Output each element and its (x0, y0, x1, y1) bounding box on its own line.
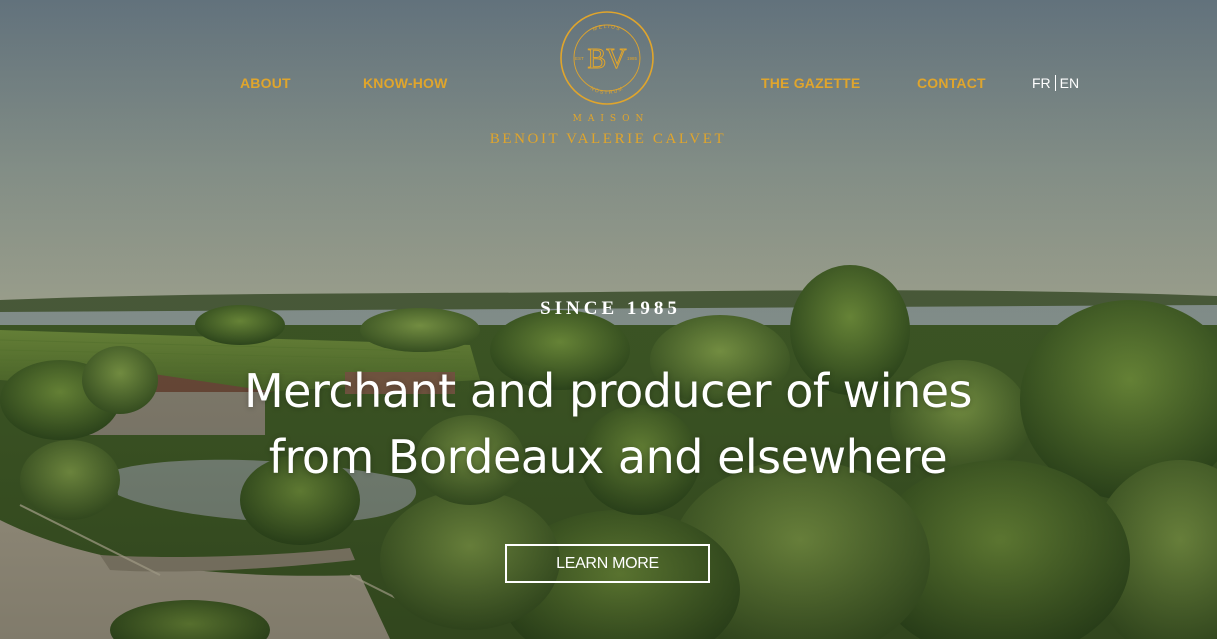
nav-know-how[interactable]: KNOW-HOW (363, 75, 448, 91)
logo-motto-top: MELIUS (592, 24, 620, 33)
lang-en[interactable]: EN (1060, 75, 1079, 91)
logo-monogram: BV (588, 44, 627, 75)
nav-the-gazette[interactable]: THE GAZETTE (761, 75, 860, 91)
nav-about[interactable]: ABOUT (240, 75, 291, 91)
logo-motto-bottom: NOSTRUM (589, 86, 624, 96)
brand-logo[interactable]: MELIUS NOSTRUM EST 1985 BV MAISON BENOIT… (482, 10, 734, 150)
learn-more-button[interactable]: LEARN MORE (505, 544, 710, 583)
logo-year: 1985 (627, 56, 638, 61)
language-switcher: FR EN (1032, 75, 1079, 91)
logo-name: BENOIT VALERIE CALVET (489, 131, 727, 147)
svg-text:NOSTRUM: NOSTRUM (589, 86, 625, 96)
svg-text:MELIUS: MELIUS (592, 24, 622, 33)
hero-section: ABOUT KNOW-HOW THE GAZETTE CONTACT FR EN … (0, 0, 1217, 639)
logo-emblem-icon: MELIUS NOSTRUM EST 1985 BV (560, 11, 654, 105)
hero-since: SINCE 1985 (540, 298, 681, 319)
nav-contact[interactable]: CONTACT (917, 75, 986, 91)
hero-headline-line2: from Bordeaux and elsewhere (268, 430, 948, 484)
logo-maison: MAISON (572, 114, 650, 124)
hero-headline: Merchant and producer of wines from Bord… (108, 358, 1108, 490)
lang-fr[interactable]: FR (1032, 75, 1051, 91)
logo-est: EST (575, 56, 584, 61)
hero-headline-line1: Merchant and producer of wines (243, 364, 973, 418)
lang-divider (1054, 75, 1056, 91)
